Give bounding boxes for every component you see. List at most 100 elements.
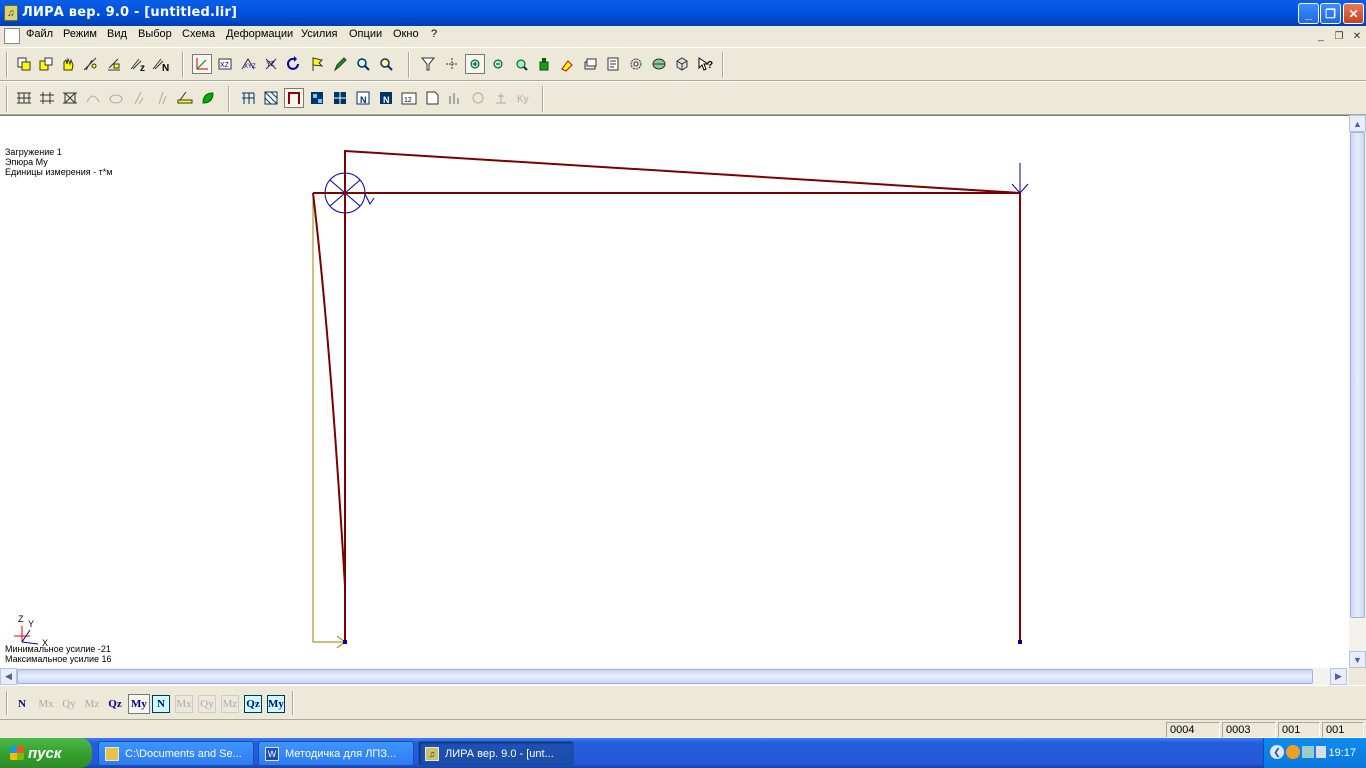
bar-icon[interactable] — [175, 88, 195, 108]
force-my-button[interactable]: My — [128, 694, 150, 714]
antivirus-icon[interactable] — [1286, 745, 1300, 759]
grid-frame-icon[interactable] — [14, 88, 34, 108]
mesh-dark-icon[interactable] — [330, 88, 350, 108]
menu-options[interactable]: Опции — [349, 28, 382, 40]
cube-icon[interactable] — [672, 54, 692, 74]
chart-icon — [445, 88, 465, 108]
vertical-scrollbar[interactable]: ▲ ▼ — [1349, 115, 1366, 668]
status-cell-elements: 0003 — [1222, 722, 1276, 738]
force-n-mosaic-button[interactable]: N — [152, 695, 170, 713]
menu-window[interactable]: Окно — [393, 28, 419, 40]
filter-icon[interactable] — [418, 54, 438, 74]
word-icon: W — [265, 746, 279, 761]
menu-forces[interactable]: Усилия — [301, 28, 337, 40]
zoom-window-icon[interactable] — [511, 54, 531, 74]
folder-icon — [105, 746, 119, 761]
svg-text:YZ: YZ — [266, 61, 276, 68]
help-cursor-icon[interactable]: ? — [695, 54, 715, 74]
menu-deformations[interactable]: Деформации — [226, 28, 293, 40]
svg-text:XZ: XZ — [220, 62, 230, 69]
task-lira[interactable]: ♫ ЛИРА вер. 9.0 - [unt... — [418, 741, 574, 766]
task-explorer[interactable]: C:\Documents and Se... — [98, 741, 254, 766]
minimize-button[interactable]: _ — [1298, 3, 1319, 24]
arc-icon — [83, 88, 103, 108]
menu-select[interactable]: Выбор — [138, 28, 172, 40]
copy-scheme-icon[interactable] — [14, 54, 34, 74]
scroll-corner — [1349, 668, 1366, 685]
scroll-up-button[interactable]: ▲ — [1349, 115, 1366, 132]
column-moment-diagram — [312, 192, 346, 587]
network-icon[interactable] — [1302, 746, 1314, 758]
menu-mode[interactable]: Режим — [63, 28, 97, 40]
pencil-icon[interactable] — [330, 54, 350, 74]
axes-icon[interactable] — [192, 54, 212, 74]
quad-mesh-icon[interactable] — [307, 88, 327, 108]
zoom-fit-icon[interactable] — [376, 54, 396, 74]
scroll-right-button[interactable]: ▶ — [1330, 668, 1347, 685]
menu-help[interactable]: ? — [431, 28, 437, 40]
horizontal-scroll-thumb[interactable] — [17, 669, 1313, 684]
force-n-button[interactable]: N — [13, 695, 31, 713]
scroll-down-button[interactable]: ▼ — [1349, 651, 1366, 668]
diagonal-mesh-icon[interactable] — [261, 88, 281, 108]
menu-file[interactable]: Файл — [26, 28, 53, 40]
sigma-n-icon[interactable]: N — [150, 54, 170, 74]
sigma-z-icon[interactable]: z — [128, 54, 148, 74]
close-button[interactable]: ✕ — [1343, 3, 1364, 24]
bars-icon[interactable] — [104, 54, 124, 74]
flag-icon[interactable] — [307, 54, 327, 74]
xyz-view-icon[interactable]: XYZ — [238, 54, 258, 74]
leaf-icon[interactable] — [198, 88, 218, 108]
xz-view-icon[interactable]: XZ — [215, 54, 235, 74]
grid-frame2-icon[interactable] — [37, 88, 57, 108]
clock[interactable]: 19:17 — [1328, 747, 1356, 759]
drawing-canvas[interactable]: Загружение 1 Эпюра Му Единицы измерения … — [0, 115, 1366, 668]
edit-icon[interactable] — [603, 54, 623, 74]
mdi-close-button[interactable]: ✕ — [1349, 29, 1365, 43]
globe-icon[interactable] — [649, 54, 669, 74]
gear-icon[interactable] — [626, 54, 646, 74]
menu-scheme[interactable]: Схема — [182, 28, 215, 40]
paste-scheme-icon[interactable] — [36, 54, 56, 74]
tray-collapse-icon[interactable]: ❮ — [1270, 745, 1284, 759]
max-force-label: Максимальное усилие 16 — [5, 654, 112, 664]
nodes-icon[interactable] — [80, 54, 100, 74]
start-button[interactable]: пуск — [0, 738, 92, 768]
document-icon[interactable] — [422, 88, 442, 108]
mdi-minimize-button[interactable]: _ — [1313, 29, 1329, 43]
zoom-in-icon[interactable] — [465, 54, 485, 74]
horizontal-scrollbar[interactable]: ◀ ▶ — [0, 668, 1349, 685]
force-qz-mosaic-button[interactable]: Qz — [244, 695, 262, 713]
frame-diagram-icon[interactable] — [284, 88, 304, 108]
numbers-icon[interactable]: 12 — [399, 88, 419, 108]
volume-icon[interactable] — [1316, 746, 1326, 758]
menu-view[interactable]: Вид — [107, 28, 127, 40]
mdi-restore-button[interactable]: ❐ — [1331, 29, 1347, 43]
ellipse-icon — [106, 88, 126, 108]
line-icon — [129, 88, 149, 108]
svg-text:XYZ: XYZ — [244, 64, 256, 70]
lyre-icon[interactable]: ♫ — [4, 5, 18, 21]
force-qz-button[interactable]: Qz — [106, 695, 124, 713]
vertical-scroll-thumb[interactable] — [1350, 132, 1365, 618]
frame-scheme[interactable] — [0, 116, 1349, 669]
yz-view-icon[interactable]: YZ — [261, 54, 281, 74]
mesh-n2-icon[interactable]: N — [376, 88, 396, 108]
rotate-icon[interactable] — [284, 54, 304, 74]
zoom-icon[interactable] — [353, 54, 373, 74]
document-icon[interactable] — [4, 28, 20, 44]
paint-icon[interactable] — [557, 54, 577, 74]
scroll-left-button[interactable]: ◀ — [0, 668, 17, 685]
select-nodes-icon[interactable] — [442, 54, 462, 74]
hand-icon[interactable] — [58, 54, 78, 74]
force-my-mosaic-button[interactable]: My — [267, 695, 285, 713]
y-axis-label: Y — [28, 619, 35, 629]
task-word[interactable]: W Методичка для ЛПЗ... — [258, 741, 414, 766]
bottle-icon[interactable] — [534, 54, 554, 74]
zoom-out-icon[interactable] — [488, 54, 508, 74]
layers-icon[interactable] — [580, 54, 600, 74]
maximize-button[interactable]: ❐ — [1320, 3, 1341, 24]
grid-frame3-icon[interactable] — [60, 88, 80, 108]
mesh-icon[interactable] — [238, 88, 258, 108]
mesh-n-icon[interactable]: N — [353, 88, 373, 108]
